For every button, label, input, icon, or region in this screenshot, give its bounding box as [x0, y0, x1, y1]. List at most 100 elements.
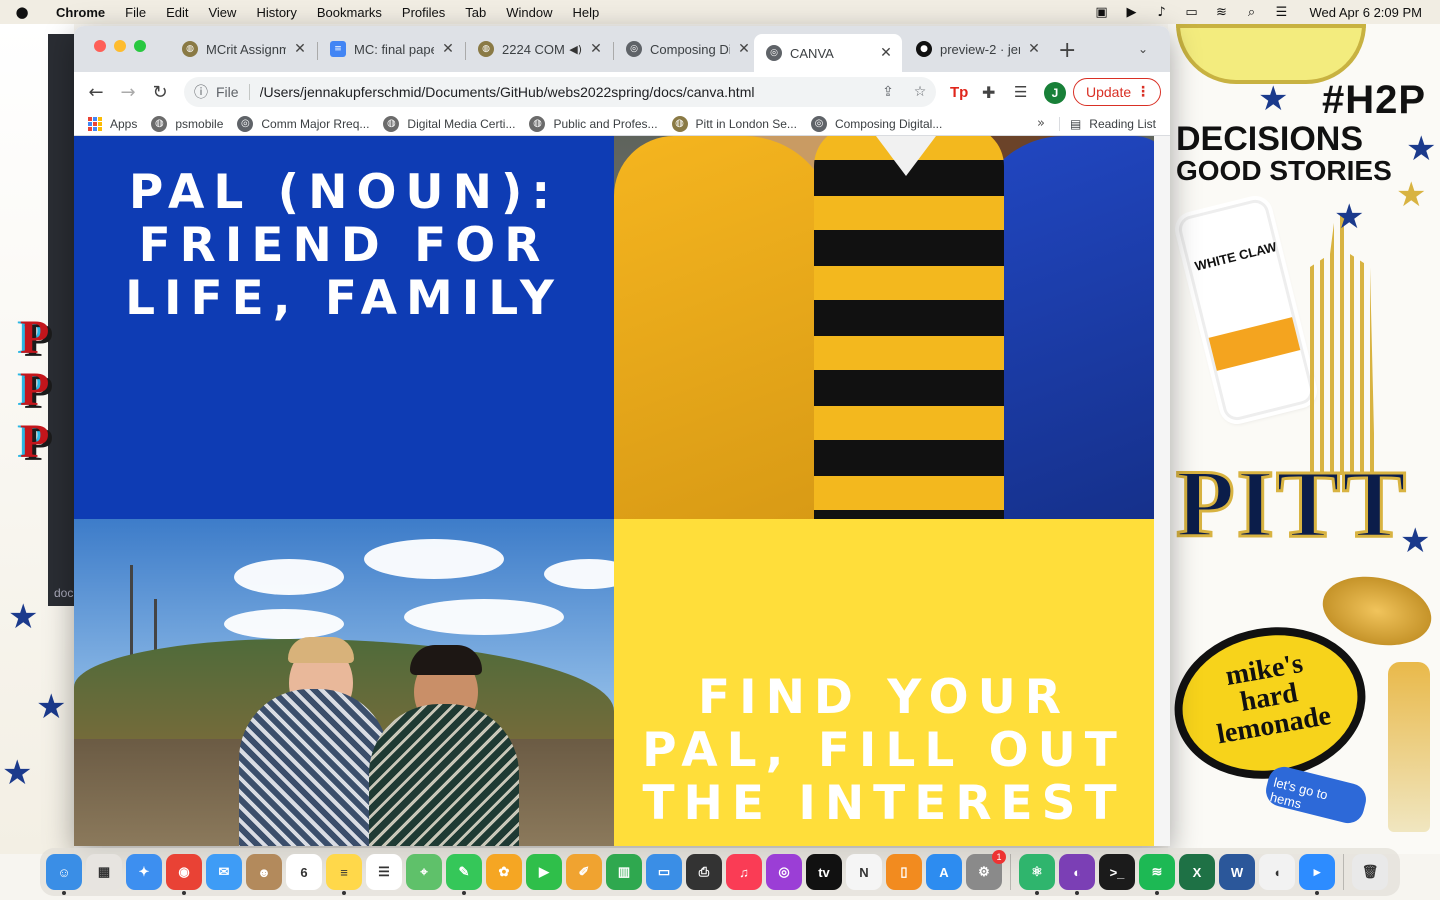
menu-bookmarks[interactable]: Bookmarks	[307, 5, 392, 20]
dock-launchpad-icon[interactable]: ▦	[86, 854, 122, 890]
spotlight-icon[interactable]: ⌕	[1244, 5, 1260, 20]
dock-spotify-icon[interactable]: ≋	[1139, 854, 1175, 895]
share-icon[interactable]: ⇪	[872, 84, 904, 100]
dock-system-preferences-icon[interactable]: ⚙ 1	[966, 850, 1006, 890]
tab-close-icon[interactable]: ✕	[588, 41, 604, 57]
dock-safari-icon[interactable]: ✦	[126, 854, 162, 890]
dock-music-icon[interactable]: ♫	[726, 854, 762, 890]
forward-button[interactable]: →	[112, 76, 144, 108]
dock-calendar-icon[interactable]: 6	[286, 854, 322, 890]
dock-word-icon[interactable]: W	[1219, 854, 1255, 890]
bookmark-pitt-in-london[interactable]: ◍ Pitt in London Se...	[671, 115, 797, 132]
address-url[interactable]: /Users/jennakupferschmid/Documents/GitHu…	[260, 84, 872, 100]
tab-2224-com[interactable]: ◍ 2224 COM ◀) ✕	[466, 34, 612, 64]
back-button[interactable]: ←	[80, 76, 112, 108]
play-icon[interactable]: ▶	[1124, 5, 1140, 20]
dock-terminal-icon[interactable]: >_	[1099, 854, 1135, 890]
apple-menu-icon[interactable]: ●	[0, 3, 44, 21]
dock-finder-icon[interactable]: ☺	[46, 854, 82, 895]
reading-list-label: Reading List	[1089, 116, 1156, 131]
sound-icon[interactable]: ♪	[1154, 5, 1170, 20]
tab-audio-icon[interactable]: ◀)	[569, 43, 582, 56]
tab-close-icon[interactable]: ✕	[440, 41, 456, 57]
dock-trash-icon[interactable]: 🗑	[1352, 854, 1388, 890]
tab-mc-final-paper[interactable]: ≡ MC: final pape ✕	[318, 34, 464, 64]
dock-mail-icon[interactable]: ✉	[206, 854, 242, 890]
window-close-button[interactable]	[94, 40, 106, 52]
menu-tab[interactable]: Tab	[455, 5, 496, 20]
tab-close-icon[interactable]: ✕	[736, 41, 752, 57]
tab-title: preview-2 · jen	[940, 41, 1020, 57]
menu-bar-clock[interactable]: Wed Apr 6 2:09 PM	[1310, 5, 1423, 20]
bookmark-comm-major[interactable]: ◎ Comm Major Rreq...	[237, 115, 369, 132]
bookmark-composing-digital[interactable]: ◎ Composing Digital...	[810, 115, 942, 132]
dock-numbers-icon[interactable]: ▥	[606, 854, 642, 890]
dock-contacts-icon[interactable]: ☻	[246, 854, 282, 890]
menu-view[interactable]: View	[198, 5, 246, 20]
window-minimize-button[interactable]	[114, 40, 126, 52]
sticker-h2p: #H2P	[1322, 78, 1427, 122]
bookmark-star-icon[interactable]: ☆	[904, 84, 936, 100]
dock-apple-tv-icon[interactable]: tv	[806, 854, 842, 890]
menu-profiles[interactable]: Profiles	[392, 5, 455, 20]
tab-composing-digital[interactable]: ◎ Composing Di ✕	[614, 34, 760, 64]
dock-printer-icon[interactable]: ⎙	[686, 854, 722, 890]
battery-icon[interactable]: ▭	[1184, 5, 1200, 20]
wifi-icon[interactable]: ≋	[1214, 5, 1230, 20]
bookmark-public-professional[interactable]: ◍ Public and Profes...	[529, 115, 658, 132]
menu-app-chrome[interactable]: Chrome	[44, 5, 115, 20]
control-center-icon[interactable]: ☰	[1274, 5, 1290, 20]
editor-window-edge[interactable]: doc	[48, 34, 76, 606]
dock-photos-icon[interactable]: ✿	[486, 854, 522, 890]
address-bar[interactable]: ⓘ File /Users/jennakupferschmid/Document…	[184, 77, 936, 107]
facetime-icon[interactable]: ▣	[1094, 5, 1110, 20]
page-scrollbar[interactable]	[1154, 136, 1170, 846]
menu-file[interactable]: File	[115, 5, 156, 20]
tab-mcrit-assignment[interactable]: ◍ MCrit Assignm ✕	[170, 34, 316, 64]
reading-list-button[interactable]: ▤ Reading List	[1058, 116, 1156, 131]
site-info-icon[interactable]: ⓘ	[194, 82, 208, 102]
dock-notes-icon[interactable]: ≡	[326, 854, 362, 895]
reload-button[interactable]: ↻	[144, 76, 176, 108]
extension-tp-icon[interactable]: Tp	[950, 84, 968, 101]
dock-zoom-icon[interactable]: ▸	[1299, 854, 1335, 895]
dock-podcasts-icon[interactable]: ◎	[766, 854, 802, 890]
dock-chrome-icon[interactable]: ◉	[166, 854, 202, 895]
dock-news-icon[interactable]: N	[846, 854, 882, 890]
tab-github-preview[interactable]: ● preview-2 · jen ✕	[904, 34, 1050, 64]
dock-atom-icon[interactable]: ⚛	[1019, 854, 1055, 895]
dock-excel-icon[interactable]: X	[1179, 854, 1215, 890]
bookmarks-overflow-chevron-icon[interactable]: »	[1037, 116, 1059, 131]
extensions-puzzle-icon[interactable]: ✚	[982, 83, 995, 102]
tab-canva-active[interactable]: ◎ CANVA ✕	[754, 34, 902, 72]
media-controls-icon[interactable]: ☰	[1014, 83, 1027, 101]
tab-search-chevron-icon[interactable]: ⌄	[1138, 42, 1148, 56]
window-zoom-button[interactable]	[134, 40, 146, 52]
tab-close-icon[interactable]: ✕	[292, 41, 308, 57]
dock-facetime-icon[interactable]: ▶	[526, 854, 562, 890]
cta-line-3: THE INTEREST	[642, 776, 1126, 831]
bookmark-apps[interactable]: Apps	[88, 116, 137, 131]
dock-github-desktop-icon[interactable]: ◐	[1059, 854, 1095, 895]
new-tab-button[interactable]: +	[1058, 38, 1076, 63]
dock-messages-icon[interactable]: ✎	[446, 854, 482, 895]
bookmark-psmobile[interactable]: ◍ psmobile	[151, 115, 223, 132]
dock-app-store-icon[interactable]: A	[926, 854, 962, 890]
dock-keynote-icon[interactable]: ▭	[646, 854, 682, 890]
update-button[interactable]: Update ⋮	[1073, 78, 1161, 106]
dock-books-icon[interactable]: ▯	[886, 854, 922, 890]
dock-pages-icon[interactable]: ✐	[566, 854, 602, 890]
profile-avatar[interactable]: J	[1044, 82, 1066, 104]
dock-audacity-icon[interactable]: ◖	[1259, 854, 1295, 890]
menu-history[interactable]: History	[246, 5, 306, 20]
tab-close-icon[interactable]: ✕	[878, 45, 894, 61]
tab-close-icon[interactable]: ✕	[1026, 41, 1042, 57]
dock-reminders-icon[interactable]: ☰	[366, 854, 402, 890]
bookmark-digital-media[interactable]: ◍ Digital Media Certi...	[383, 115, 515, 132]
menu-edit[interactable]: Edit	[156, 5, 198, 20]
menu-window[interactable]: Window	[496, 5, 562, 20]
dock-maps-icon[interactable]: ⌖	[406, 854, 442, 890]
page-viewport[interactable]: PAL (NOUN): FRIEND FOR LIFE, FAMILY FIND…	[74, 136, 1154, 846]
yellow-call-to-action-panel: FIND YOUR PAL, FILL OUT THE INTEREST	[614, 519, 1154, 846]
menu-help[interactable]: Help	[563, 5, 610, 20]
